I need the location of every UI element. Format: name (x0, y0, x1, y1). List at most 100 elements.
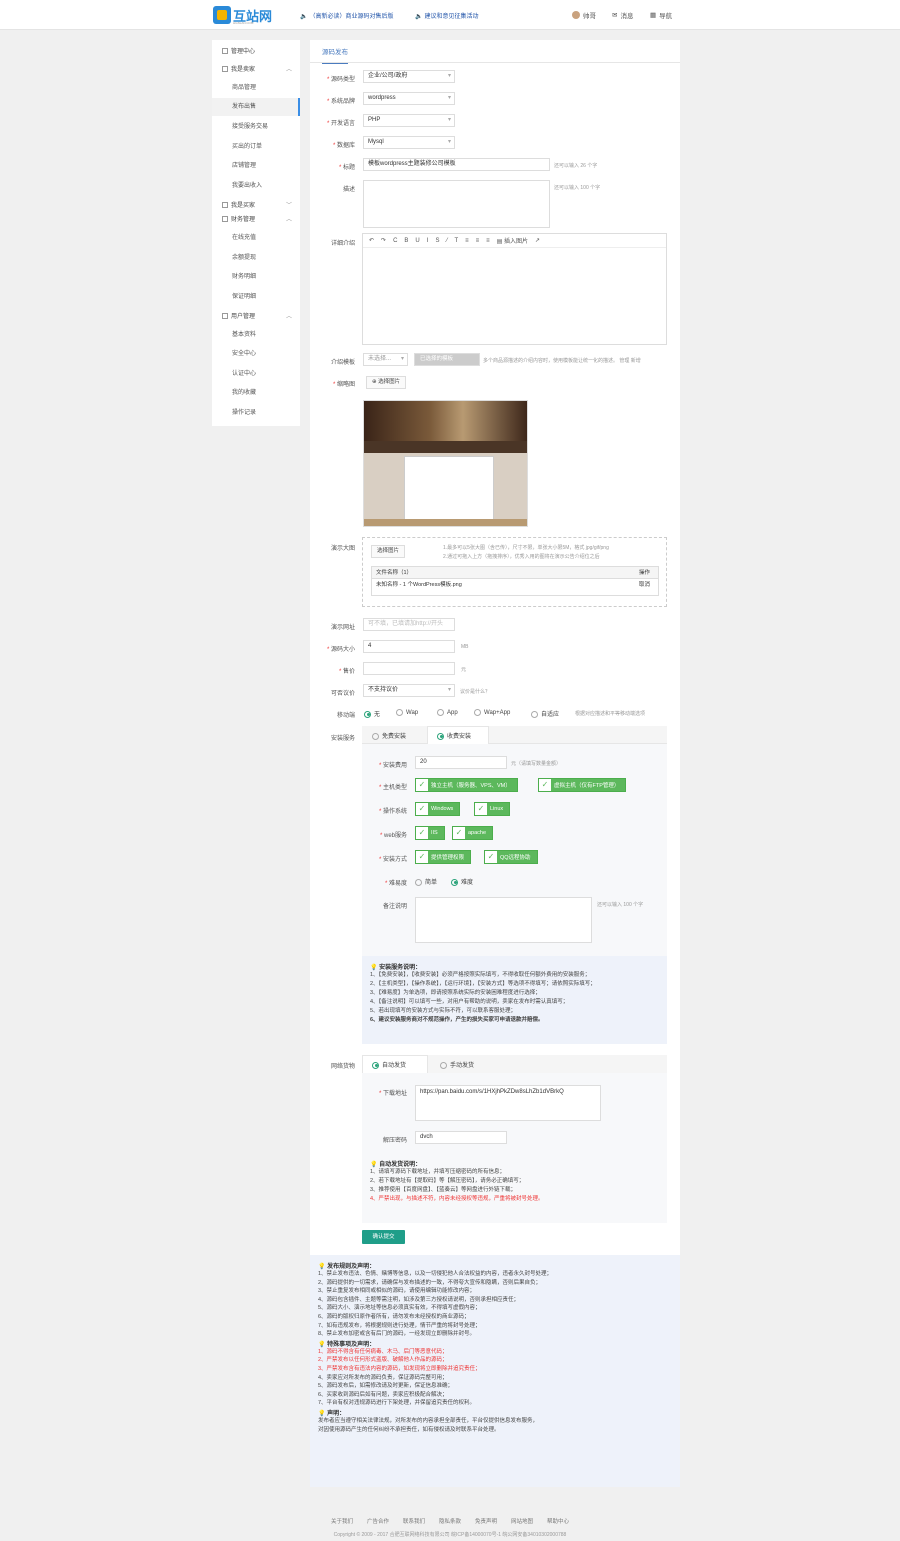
os-option-linux[interactable]: ✓ Linux (474, 802, 511, 816)
submit-button[interactable]: 确认提交 (362, 1230, 405, 1244)
sidebar-item-income[interactable]: 我要出收入 (212, 177, 300, 195)
nav-menu[interactable]: ▦ 导航 (650, 10, 672, 20)
editor-tool-button[interactable]: ≡ (465, 238, 469, 244)
system-select[interactable]: wordpress (363, 92, 455, 105)
install-option-free[interactable]: 免费安装 (372, 731, 406, 740)
editor-tool-button[interactable]: B (404, 238, 408, 244)
notice-link-2[interactable]: 🔈 建议和意见征集活动 (415, 11, 479, 20)
price-input[interactable] (363, 662, 455, 675)
notice-link-1[interactable]: 🔈 （高新必读）商业源码对售后版 (300, 11, 394, 20)
editor-tool-button[interactable]: C (393, 238, 397, 244)
sidebar-item-service[interactable]: 接受服务交易 (212, 118, 300, 136)
difficulty-option-easy[interactable]: 简单 (415, 877, 437, 886)
dl-pwd-input[interactable]: dvch (415, 1131, 507, 1144)
mobile-option-none[interactable]: 无 (364, 709, 380, 718)
web-option-apache[interactable]: ✓ apache (452, 826, 494, 840)
os-option-windows[interactable]: ✓ Windows (415, 802, 461, 816)
sidebar-item-publish[interactable]: 发布出售 (212, 98, 300, 116)
sidebar-home[interactable]: 管理中心 (212, 43, 300, 61)
editor-tool-button[interactable]: ≡ (486, 238, 490, 244)
sidebar-item-favorites[interactable]: 我的收藏 (212, 384, 300, 402)
install-notes-title: 💡 安装服务说明： (370, 965, 422, 971)
editor-tool-button[interactable]: ↗ (535, 237, 540, 244)
editor-tool-button[interactable]: ↷ (381, 237, 386, 244)
sidebar-group-user[interactable]: 用户管理 ︿ (212, 308, 300, 326)
sidebar-item-verify[interactable]: 认证中心 (212, 365, 300, 383)
logo[interactable]: 互站网 HUZHAN.COM (213, 5, 272, 25)
mobile-option-responsive[interactable]: 自适应 (531, 709, 559, 718)
bargain-label: 可否议价 (330, 691, 355, 697)
sidebar-group-finance[interactable]: 财务管理 ︿ (212, 211, 300, 229)
price-unit: 元 (461, 667, 467, 673)
editor-tool-button[interactable]: U (415, 238, 419, 244)
sidebar-item-security[interactable]: 安全中心 (212, 345, 300, 363)
editor-tool-button[interactable]: ≡ (476, 238, 480, 244)
upload-remove-link[interactable]: 取消 (639, 579, 650, 591)
sidebar-item-finance-detail[interactable]: 财务明细 (212, 268, 300, 286)
fee-input[interactable]: 20 (415, 756, 507, 769)
user-icon (222, 313, 228, 320)
sidebar-item-goods[interactable]: 商品管理 (212, 79, 300, 97)
footer-link[interactable]: 联系我们 (403, 1517, 425, 1525)
sidebar-group-seller[interactable]: 我是卖家 ︿ (212, 61, 300, 79)
delivery-option-auto[interactable]: 自动发货 (372, 1060, 406, 1069)
size-input[interactable]: 4 (363, 640, 455, 653)
sidebar-item-sold[interactable]: 买出的订单 (212, 138, 300, 156)
upload-table-row: 未知名称 - 1 个WordPress模板.png 取消 (372, 579, 658, 591)
tpl-select[interactable]: 未选择... (363, 353, 408, 366)
upload-table-header: 文件名称（1） 操作 (372, 567, 658, 579)
install-tabs: 免费安装 收费安装 (362, 726, 667, 744)
db-select[interactable]: Mysql (363, 136, 455, 149)
editor-tool-button[interactable]: ⁄ (446, 238, 447, 244)
demo-url-input[interactable]: 可不填，已填请加http://开头 (363, 618, 455, 631)
editor-tool-button[interactable]: I (427, 238, 429, 244)
bargain-hint[interactable]: 议价是什么？ (460, 688, 490, 695)
sidebar-item-log[interactable]: 操作记录 (212, 404, 300, 422)
dl-addr-textarea[interactable]: https://pan.baidu.com/s/1HXjhPkZDw8sLhZb… (415, 1085, 601, 1121)
sidebar-item-recharge[interactable]: 在线充值 (212, 229, 300, 247)
remark-textarea[interactable] (415, 897, 592, 943)
mobile-option-app[interactable]: App (437, 709, 458, 716)
footer-link[interactable]: 隐私条款 (439, 1517, 461, 1525)
mobile-option-wap-app[interactable]: Wap+App (474, 709, 510, 716)
editor-tool-button[interactable]: S (435, 238, 439, 244)
delivery-option-manual[interactable]: 手动发货 (440, 1060, 474, 1069)
editor-tool-button[interactable]: ▤ 插入图片 (497, 236, 528, 245)
difficulty-option-hard[interactable]: 难度 (451, 877, 473, 886)
footer-link[interactable]: 关于我们 (331, 1517, 353, 1525)
mobile-option-wap[interactable]: Wap (396, 709, 418, 716)
rules-title-3: 💡 声明： (318, 1410, 346, 1417)
bargain-select[interactable]: 不支持议价 (363, 684, 455, 697)
messages-link[interactable]: ✉ 消息 (612, 10, 633, 20)
desc-textarea[interactable] (363, 180, 550, 228)
host-option-virtual[interactable]: ✓ 虚拟主机（仅有FTP管理） (538, 778, 627, 792)
demo-img-upload[interactable]: 选择图片 1.最多可以5张大图（含已传），尺寸不限，单张大小限5M，格式 jpg… (362, 537, 667, 607)
footer-link[interactable]: 帮助中心 (547, 1517, 569, 1525)
footer-link[interactable]: 网站地图 (511, 1517, 533, 1525)
main-panel: 源码发布 * 源码类型 企业/公司/政府 * 系统品牌 wordpress * … (310, 40, 680, 1487)
editor-tool-button[interactable]: ↶ (369, 237, 374, 244)
editor-tool-button[interactable]: T (454, 238, 458, 244)
host-option-dedicated[interactable]: ✓ 独立主机（服务器、VPS、VM） (415, 778, 518, 792)
type-select[interactable]: 企业/公司/政府 (363, 70, 455, 83)
sidebar-item-profile[interactable]: 基本资料 (212, 326, 300, 344)
demo-img-button[interactable]: 选择图片 (371, 545, 406, 558)
tpl-apply-button[interactable]: 已选择的模板 (414, 353, 480, 366)
footer-link[interactable]: 广告合作 (367, 1517, 389, 1525)
mode-option-qq[interactable]: ✓ QQ远程协助 (484, 850, 538, 864)
speaker-icon: 🔈 (300, 14, 308, 20)
user-menu[interactable]: 帅哥 (572, 10, 596, 20)
rich-editor[interactable]: ↶ ↷ C B U I S ⁄ T ≡ ≡ ≡ ▤ 插入图片 ↗ (362, 233, 667, 345)
mode-option-admin[interactable]: ✓ 提供管理权限 (415, 850, 472, 864)
demo-img-label: 演示大图 (330, 546, 355, 552)
lang-select[interactable]: PHP (363, 114, 455, 127)
install-option-paid[interactable]: 收费安装 (437, 731, 471, 740)
cover-upload-button[interactable]: ⊕ 选择图片 (366, 376, 407, 389)
title-input[interactable]: 模板wordpress主题装修公司模板 (363, 158, 550, 171)
sidebar-item-deposit[interactable]: 保证明细 (212, 288, 300, 306)
footer-link[interactable]: 免责声明 (475, 1517, 497, 1525)
sidebar-item-withdraw[interactable]: 余额提现 (212, 249, 300, 267)
sidebar-item-shop[interactable]: 店铺管理 (212, 157, 300, 175)
rule-line: 发布者应当遵守相关法律法规，对所发布的内容承担全部责任，平台仅提供信息发布服务， (318, 1417, 539, 1424)
web-option-iis[interactable]: ✓ IIS (415, 826, 445, 840)
